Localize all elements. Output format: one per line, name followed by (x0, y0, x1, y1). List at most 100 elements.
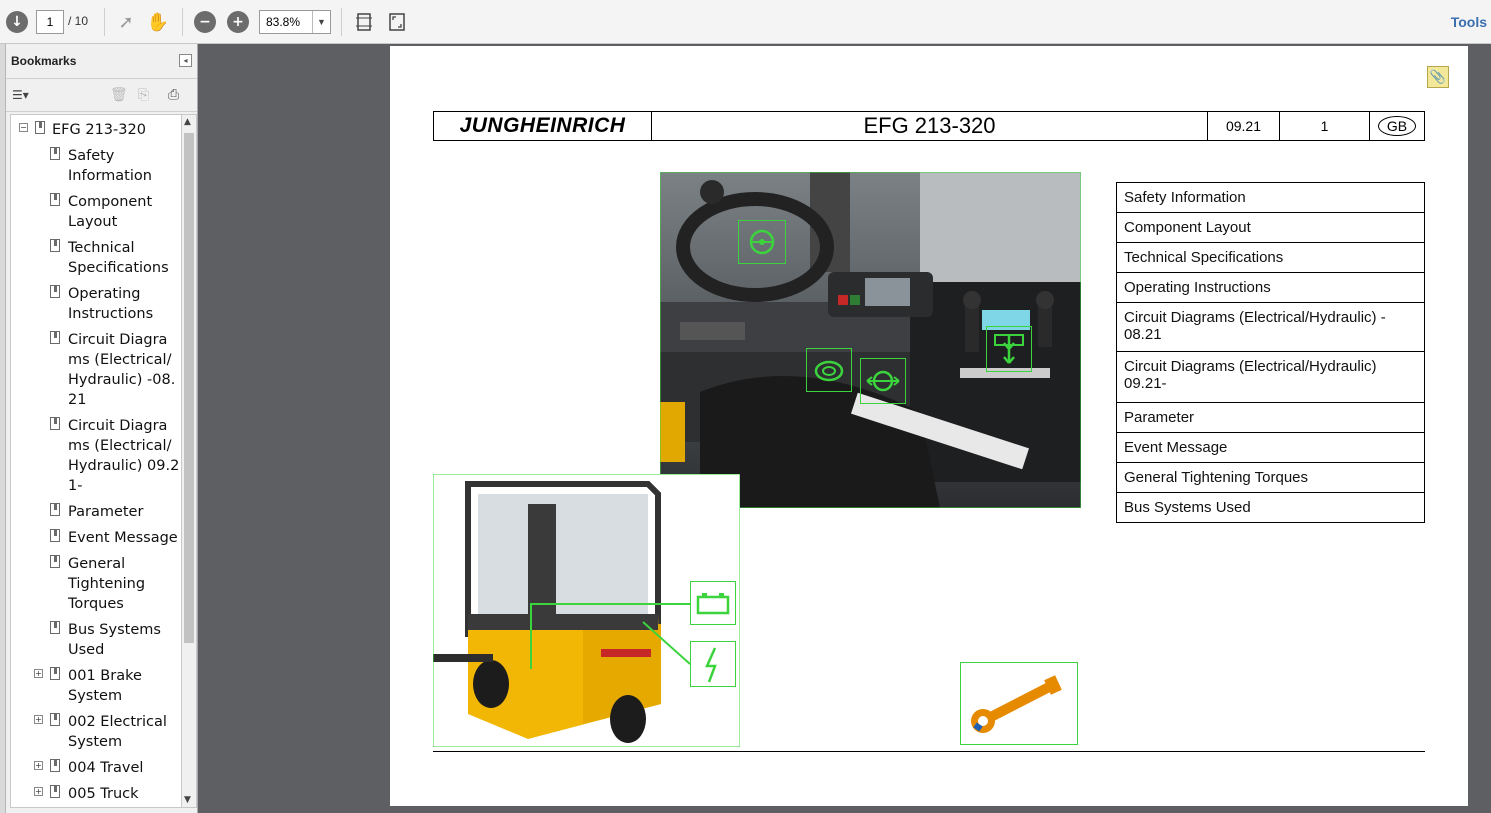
lift-arrows-icon (994, 334, 1024, 364)
bookmark-item[interactable]: Parameter (68, 502, 180, 522)
bookmark-icon (50, 667, 60, 680)
toolbar-divider (341, 8, 342, 36)
steering-wheel-icon (749, 229, 775, 255)
chevron-down-icon[interactable]: ▼ (184, 795, 191, 805)
full-screen-button[interactable] (384, 9, 410, 35)
lightning-icon (705, 647, 717, 683)
page-number-input[interactable]: 1 (36, 10, 64, 34)
zoom-out-button[interactable]: − (192, 9, 218, 35)
tools-hotspot[interactable] (960, 662, 1078, 745)
date-cell: 09.21 (1208, 112, 1280, 140)
find-bookmark-button[interactable]: ⎙ (168, 87, 179, 103)
menu-event-message[interactable]: Event Message (1117, 433, 1424, 463)
lang-badge: GB (1377, 116, 1417, 136)
bookmark-item[interactable]: Event Message (68, 528, 180, 548)
document-header: JUNGHEINRICH EFG 213-320 09.21 1 GB (433, 111, 1425, 141)
lang-cell: GB (1370, 112, 1424, 140)
bookmarks-scrollbar[interactable]: ▲ ▼ (182, 114, 197, 808)
options-menu-button[interactable]: ☰▾ (12, 88, 38, 104)
battery-icon (696, 593, 730, 615)
model-title: EFG 213-320 (652, 112, 1208, 140)
bookmark-icon (50, 529, 60, 542)
brand-logo: JUNGHEINRICH (459, 114, 626, 137)
bookmark-icon (50, 555, 60, 568)
collapse-panel-button[interactable]: ◂ (179, 54, 192, 67)
expand-toggle[interactable]: + (34, 669, 43, 678)
zoom-value: 83.8% (266, 15, 301, 29)
bookmark-item[interactable]: General Tightening Torques (68, 554, 180, 614)
menu-circuit-diagrams-0921[interactable]: Circuit Diagrams (Electrical/Hydraulic) … (1117, 352, 1424, 403)
bookmark-item[interactable]: 005 Truck (68, 784, 180, 804)
minus-icon: − (194, 11, 216, 33)
zoom-level-select[interactable]: 83.8% ▼ (259, 10, 331, 34)
bookmark-icon (50, 147, 60, 160)
bookmark-item[interactable]: Bus Systems Used (68, 620, 180, 660)
steering-hotspot[interactable] (738, 220, 786, 264)
expand-toggle[interactable]: + (34, 761, 43, 770)
bookmark-icon (50, 621, 60, 634)
chapter-menu: Safety Information Component Layout Tech… (1116, 182, 1425, 523)
fit-page-button[interactable] (351, 9, 377, 35)
electrical-hotspot[interactable] (690, 641, 736, 687)
wrench-icon (971, 675, 1062, 733)
arrow-down-icon: ↓ (6, 11, 28, 33)
bookmarks-toolbar: ☰▾ 🗑 ⎘ ⎙ (6, 78, 197, 112)
menu-bus-systems-used[interactable]: Bus Systems Used (1117, 493, 1424, 522)
delete-bookmark-button[interactable]: 🗑 (110, 87, 128, 103)
tools-link[interactable]: Tools (1451, 14, 1487, 30)
main-toolbar: ↓ 1 / 10 ➚ ✋ − + 83.8% ▼ Tools (0, 0, 1491, 44)
hydraulic-hotspot[interactable] (986, 326, 1032, 372)
attachment-icon[interactable]: 📎 (1427, 66, 1449, 88)
bookmark-icon (50, 193, 60, 206)
bookmark-item[interactable]: Component Layout (68, 192, 180, 232)
menu-parameter[interactable]: Parameter (1117, 403, 1424, 433)
bookmark-icon (50, 713, 60, 726)
next-page-button[interactable]: ↓ (4, 9, 30, 35)
bookmark-item[interactable]: Circuit Diagrams (Electrical/Hydraulic) … (68, 330, 180, 410)
bookmark-item[interactable]: Safety Information (68, 146, 180, 186)
menu-component-layout[interactable]: Component Layout (1117, 213, 1424, 243)
brand-cell: JUNGHEINRICH (434, 112, 652, 140)
select-tool-button[interactable]: ➚ (113, 9, 139, 35)
trash-icon: 🗑 (110, 87, 128, 103)
hand-tool-button[interactable]: ✋ (145, 9, 171, 35)
expand-icon (389, 13, 405, 31)
battery-hotspot[interactable] (690, 581, 736, 625)
scrollbar-thumb[interactable] (184, 133, 194, 643)
motor-icon (814, 360, 844, 382)
bookmark-item[interactable]: Circuit Diagrams (Electrical/Hydraulic) … (68, 416, 180, 496)
bookmark-tree: − EFG 213-320 Safety Information Compone… (10, 114, 182, 808)
fit-page-icon (356, 13, 372, 31)
menu-safety-information[interactable]: Safety Information (1117, 183, 1424, 213)
expand-toggle[interactable]: + (34, 715, 43, 724)
bookmark-item[interactable]: 002 Electrical System (68, 712, 180, 752)
page-total: / 10 (68, 14, 89, 28)
motor-hotspot[interactable] (806, 348, 852, 392)
bookmark-icon (50, 785, 60, 798)
direction-arrows-icon (866, 370, 900, 392)
drive-hotspot[interactable] (860, 358, 906, 404)
chevron-up-icon[interactable]: ▲ (184, 117, 191, 127)
bookmark-icon (35, 121, 45, 134)
zoom-in-button[interactable]: + (225, 9, 251, 35)
collapse-toggle[interactable]: − (19, 123, 28, 132)
bookmark-icon (50, 503, 60, 516)
menu-general-tightening-torques[interactable]: General Tightening Torques (1117, 463, 1424, 493)
menu-operating-instructions[interactable]: Operating Instructions (1117, 273, 1424, 303)
bookmark-icon (50, 417, 60, 430)
toolbar-divider (182, 8, 183, 36)
footer-rule (433, 751, 1425, 752)
bookmark-item[interactable]: Technical Specifications (68, 238, 180, 278)
bookmark-item[interactable]: 001 Brake System (68, 666, 180, 706)
new-bookmark-button[interactable]: ⎘ (138, 87, 149, 103)
menu-circuit-diagrams-0821[interactable]: Circuit Diagrams (Electrical/Hydraulic) … (1117, 303, 1424, 352)
bookmark-icon (50, 331, 60, 344)
bookmark-item[interactable]: 004 Travel (68, 758, 180, 778)
bookmark-item[interactable]: Operating Instructions (68, 284, 180, 324)
bookmarks-title: Bookmarks (11, 54, 77, 68)
expand-toggle[interactable]: + (34, 787, 43, 796)
bookmark-search-icon: ⎙ (168, 87, 180, 103)
menu-technical-specifications[interactable]: Technical Specifications (1117, 243, 1424, 273)
bookmark-root[interactable]: EFG 213-320 (52, 120, 146, 140)
bookmark-icon (50, 239, 60, 252)
